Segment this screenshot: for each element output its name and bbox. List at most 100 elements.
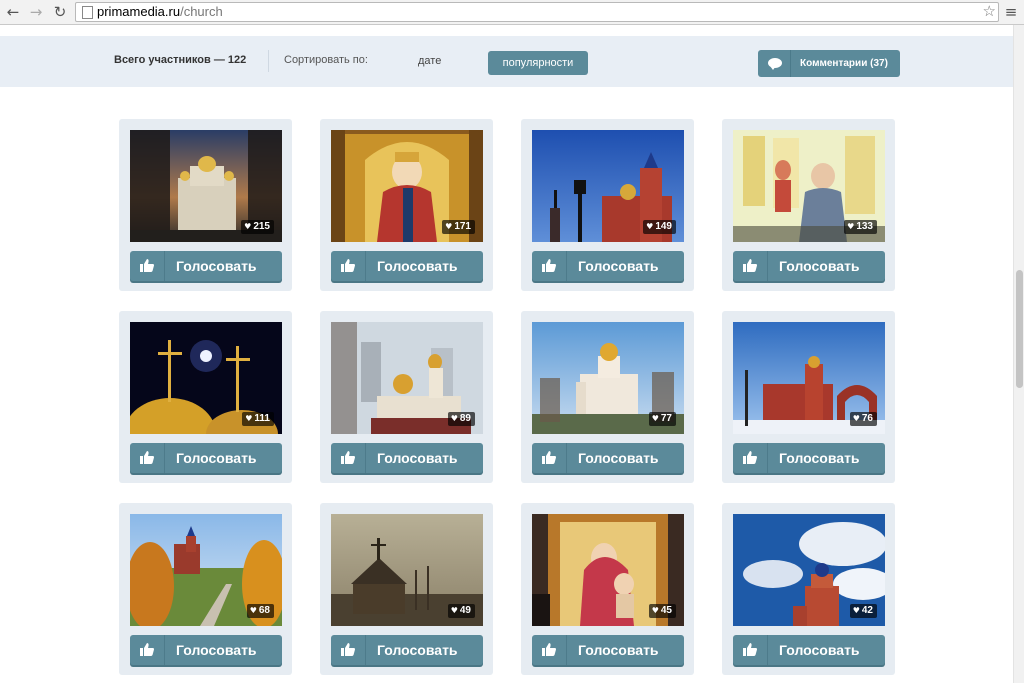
vote-button[interactable]: Голосовать xyxy=(331,443,483,473)
vote-count-badge: ♥ 111 xyxy=(242,412,274,426)
vote-count-badge: ♥ 49 xyxy=(447,604,475,618)
vote-count-badge: ♥ 68 xyxy=(246,604,274,618)
thumbs-up-icon xyxy=(743,451,757,464)
vote-button[interactable]: Голосовать xyxy=(733,443,885,473)
heart-icon: ♥ xyxy=(847,222,855,231)
scrollbar-thumb[interactable] xyxy=(1016,270,1023,388)
url-path: /church xyxy=(180,4,223,19)
vote-icon-area xyxy=(130,443,165,473)
vote-button[interactable]: Голосовать xyxy=(130,443,282,473)
vote-count: 133 xyxy=(856,221,873,232)
filter-divider xyxy=(268,50,269,72)
heart-icon: ♥ xyxy=(651,414,659,423)
vote-button-label: Голосовать xyxy=(779,642,860,658)
vote-button[interactable]: Голосовать xyxy=(130,635,282,665)
photo-card: ♥ 111 Голосовать xyxy=(119,311,292,483)
browser-toolbar: ← → ↻ primamedia.ru/church ☆ ≡ xyxy=(0,0,1024,25)
vote-icon-area xyxy=(331,251,366,281)
sort-by-date-link[interactable]: дате xyxy=(418,55,441,67)
page-icon xyxy=(82,6,93,19)
thumbs-up-icon xyxy=(743,643,757,656)
comments-button[interactable]: Комментарии (37) xyxy=(758,50,900,77)
heart-icon: ♥ xyxy=(244,222,252,231)
vote-button[interactable]: Голосовать xyxy=(532,443,684,473)
vote-count: 42 xyxy=(861,605,873,616)
photo-card: ♥ 89 Голосовать xyxy=(320,311,493,483)
photo-church-city[interactable]: ♥ 89 xyxy=(331,322,483,434)
thumbs-up-icon xyxy=(140,643,154,656)
filter-bar: Всего участников — 122 Сортировать по: д… xyxy=(0,36,1013,87)
vote-count: 49 xyxy=(459,605,471,616)
photo-bell-tower-clouds[interactable]: ♥ 42 xyxy=(733,514,885,626)
photo-card: ♥ 171 Голосовать xyxy=(320,119,493,291)
vote-button[interactable]: Голосовать xyxy=(532,635,684,665)
vote-button[interactable]: Голосовать xyxy=(733,251,885,281)
vote-icon-area xyxy=(733,443,768,473)
browser-menu-icon[interactable]: ≡ xyxy=(1003,2,1019,22)
vote-icon-area xyxy=(733,251,768,281)
vote-count: 171 xyxy=(454,221,471,232)
vote-count: 215 xyxy=(253,221,270,232)
vote-button[interactable]: Голосовать xyxy=(331,635,483,665)
vote-count-badge: ♥ 215 xyxy=(241,220,274,234)
vote-button[interactable]: Голосовать xyxy=(733,635,885,665)
photo-card: ♥ 149 Голосовать xyxy=(521,119,694,291)
sort-by-popularity-button[interactable]: популярности xyxy=(488,51,588,75)
vote-button-label: Голосовать xyxy=(578,258,659,274)
vote-icon-area xyxy=(532,635,567,665)
thumbs-up-icon xyxy=(341,451,355,464)
photo-cathedral-dusk[interactable]: ♥ 215 xyxy=(130,130,282,242)
forward-icon[interactable]: → xyxy=(27,2,45,22)
comments-button-label: Комментарии (37) xyxy=(800,58,888,69)
thumbs-up-icon xyxy=(542,643,556,656)
vote-button[interactable]: Голосовать xyxy=(532,251,684,281)
photo-red-church-lamp[interactable]: ♥ 149 xyxy=(532,130,684,242)
comment-bubble-icon xyxy=(768,58,782,70)
heart-icon: ♥ xyxy=(852,606,860,615)
photo-card: ♥ 68 Голосовать xyxy=(119,503,292,675)
address-bar[interactable]: primamedia.ru/church ☆ xyxy=(75,2,999,22)
photo-white-church[interactable]: ♥ 77 xyxy=(532,322,684,434)
vote-count: 77 xyxy=(660,413,672,424)
photo-icon-saint[interactable]: ♥ 171 xyxy=(331,130,483,242)
thumbs-up-icon xyxy=(140,451,154,464)
back-icon[interactable]: ← xyxy=(4,2,22,22)
vote-count-badge: ♥ 89 xyxy=(447,412,475,426)
vote-count-badge: ♥ 149 xyxy=(643,220,676,234)
thumbs-up-icon xyxy=(341,259,355,272)
heart-icon: ♥ xyxy=(245,414,253,423)
url-text: primamedia.ru/church xyxy=(97,4,223,20)
sort-label: Сортировать по: xyxy=(284,54,368,66)
photo-iconostasis-child[interactable]: ♥ 133 xyxy=(733,130,885,242)
photo-wooden-chapel[interactable]: ♥ 49 xyxy=(331,514,483,626)
bookmark-star-icon[interactable]: ☆ xyxy=(983,2,996,20)
vote-count: 111 xyxy=(254,413,270,424)
photo-autumn-church[interactable]: ♥ 68 xyxy=(130,514,282,626)
vote-icon-area xyxy=(331,443,366,473)
photo-virgin-mary-icon[interactable]: ♥ 45 xyxy=(532,514,684,626)
vote-count-badge: ♥ 171 xyxy=(442,220,475,234)
heart-icon: ♥ xyxy=(249,606,257,615)
reload-icon[interactable]: ↻ xyxy=(51,2,69,22)
vote-button-label: Голосовать xyxy=(377,450,458,466)
vote-button-label: Голосовать xyxy=(176,450,257,466)
photo-winter-church[interactable]: ♥ 76 xyxy=(733,322,885,434)
url-domain: primamedia.ru xyxy=(97,4,181,19)
photo-domes-night[interactable]: ♥ 111 xyxy=(130,322,282,434)
vote-count: 149 xyxy=(655,221,672,232)
vote-count: 68 xyxy=(258,605,270,616)
vote-button[interactable]: Голосовать xyxy=(130,251,282,281)
photo-card: ♥ 76 Голосовать xyxy=(722,311,895,483)
vote-icon-area xyxy=(130,635,165,665)
vote-count-badge: ♥ 76 xyxy=(849,412,877,426)
vote-icon-area xyxy=(130,251,165,281)
vote-button-label: Голосовать xyxy=(578,450,659,466)
vote-icon-area xyxy=(733,635,768,665)
photo-card: ♥ 49 Голосовать xyxy=(320,503,493,675)
heart-icon: ♥ xyxy=(445,222,453,231)
vote-button[interactable]: Голосовать xyxy=(331,251,483,281)
vote-button-label: Голосовать xyxy=(779,450,860,466)
vote-icon-area xyxy=(532,251,567,281)
page-scrollbar[interactable] xyxy=(1013,25,1024,683)
vote-count: 45 xyxy=(660,605,672,616)
